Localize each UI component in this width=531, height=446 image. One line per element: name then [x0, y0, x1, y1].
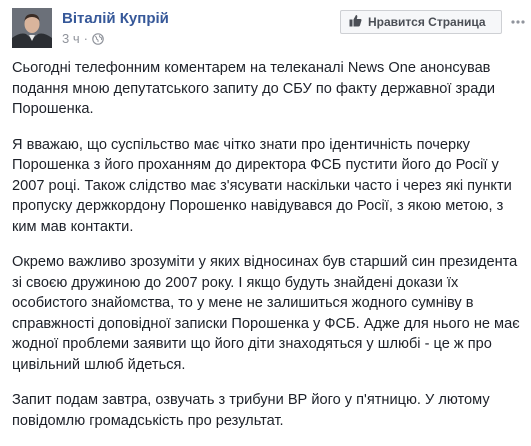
globe-icon[interactable] — [92, 32, 104, 45]
like-page-button[interactable]: Нравится Страница — [340, 10, 502, 34]
avatar[interactable] — [12, 8, 52, 48]
post-text: Сьогодні телефонним коментарем на телека… — [12, 58, 522, 446]
post-paragraph: Окремо важливо зрозуміти у яких відносин… — [12, 254, 520, 373]
post-paragraph: Сьогодні телефонним коментарем на телека… — [12, 60, 496, 117]
post-timestamp[interactable]: 3 ч — [62, 31, 80, 46]
post-paragraph: Я вважаю, що суспільство має чітко знати… — [12, 136, 512, 235]
thumbs-up-icon — [349, 14, 362, 30]
post-paragraph: Запит подам завтра, озвучать з трибуни В… — [12, 392, 490, 429]
meta-separator: · — [83, 31, 88, 46]
author-name[interactable]: Віталій Купрій — [62, 10, 169, 27]
facebook-post: Віталій Купрій 3 ч · Нравится Страница С… — [0, 0, 531, 429]
more-options-icon[interactable] — [508, 14, 528, 30]
author-photo — [12, 8, 52, 48]
like-page-label: Нравится Страница — [368, 15, 486, 29]
post-meta: 3 ч · — [62, 31, 104, 46]
